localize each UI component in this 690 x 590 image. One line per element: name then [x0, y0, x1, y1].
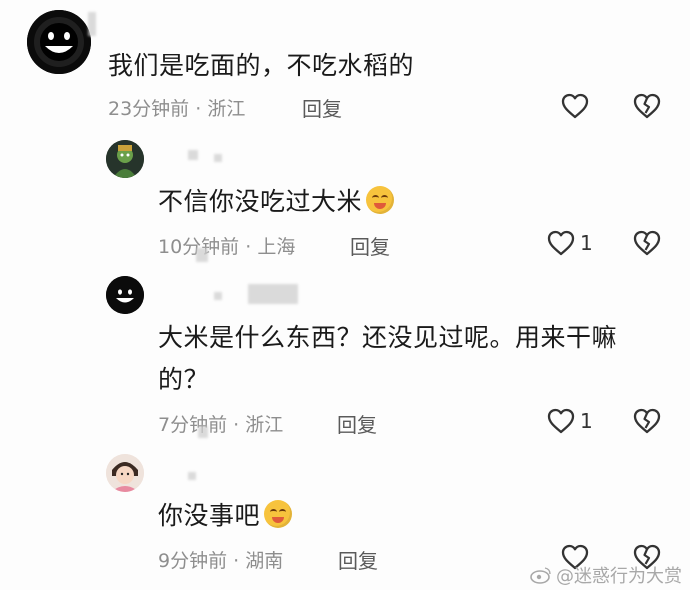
comment-text-content: 你没事吧: [158, 501, 261, 530]
reply-button[interactable]: 回复: [338, 545, 378, 574]
broken-heart-icon: [633, 230, 661, 256]
comment-meta: 10分钟前 · 上海: [158, 232, 295, 259]
heart-outline-icon: [547, 230, 575, 256]
comment-text: 你没事吧: [158, 494, 293, 538]
separator: ·: [245, 236, 252, 258]
reply-button[interactable]: 回复: [350, 231, 390, 260]
reply-button[interactable]: 回复: [337, 409, 377, 438]
reply-button[interactable]: 回复: [302, 93, 342, 122]
timestamp: 23分钟前: [108, 98, 190, 120]
watermark-text: @迷惑行为大赏: [556, 566, 682, 587]
username-redacted: [188, 150, 198, 160]
like-button[interactable]: 1: [546, 228, 594, 258]
comment-text-content: 不信你没吃过大米: [158, 187, 363, 216]
like-button[interactable]: [560, 91, 590, 121]
laughing-emoji-icon: [264, 500, 293, 528]
dislike-button[interactable]: [632, 91, 662, 121]
black-smiley-avatar-icon: [106, 276, 144, 314]
watermark: @迷惑行为大赏: [530, 562, 682, 588]
heart-outline-icon: [547, 408, 575, 434]
timestamp: 9分钟前: [158, 550, 228, 572]
separator: ·: [233, 550, 240, 572]
redaction-mark: [196, 248, 208, 262]
username-redacted: [214, 154, 222, 162]
avatar[interactable]: [106, 276, 144, 314]
blushing-emoji-icon: [366, 186, 395, 214]
comment-text-line-2: 的？: [158, 365, 210, 394]
figure-avatar-icon: [106, 140, 144, 178]
weibo-logo-icon: [530, 567, 551, 584]
username-redacted: [214, 292, 222, 300]
comment-meta: 23分钟前 · 浙江: [108, 94, 245, 121]
comment-meta: 9分钟前 · 湖南: [158, 546, 283, 573]
black-smiley-avatar-icon: [27, 10, 91, 74]
separator: ·: [195, 98, 202, 120]
username-redacted: [188, 472, 196, 480]
heart-outline-icon: [561, 93, 589, 119]
comment-meta: 7分钟前 · 浙江: [158, 410, 283, 437]
redaction-mark: [198, 426, 208, 438]
separator: ·: [233, 414, 240, 436]
broken-heart-icon: [633, 408, 661, 434]
avatar[interactable]: [106, 140, 144, 178]
timestamp: 7分钟前: [158, 414, 228, 436]
location: 湖南: [245, 550, 284, 572]
username-redacted: [88, 12, 96, 36]
avatar[interactable]: [27, 10, 91, 74]
like-count: 1: [580, 231, 593, 255]
broken-heart-icon: [633, 93, 661, 119]
child-photo-avatar-icon: [106, 454, 144, 492]
comment-text-line-1: 大米是什么东西？还没见过呢。用来干嘛: [158, 323, 618, 352]
location: 浙江: [207, 98, 246, 120]
comment-text: 我们是吃面的，不吃水稻的: [108, 51, 415, 80]
comment-text: 不信你没吃过大米: [158, 180, 395, 224]
avatar[interactable]: [106, 454, 144, 492]
location: 浙江: [245, 414, 284, 436]
dislike-button[interactable]: [632, 406, 662, 436]
like-count: 1: [580, 409, 593, 433]
dislike-button[interactable]: [632, 228, 662, 258]
username-redacted: [248, 284, 298, 304]
location: 上海: [257, 236, 296, 258]
like-button[interactable]: 1: [546, 406, 594, 436]
